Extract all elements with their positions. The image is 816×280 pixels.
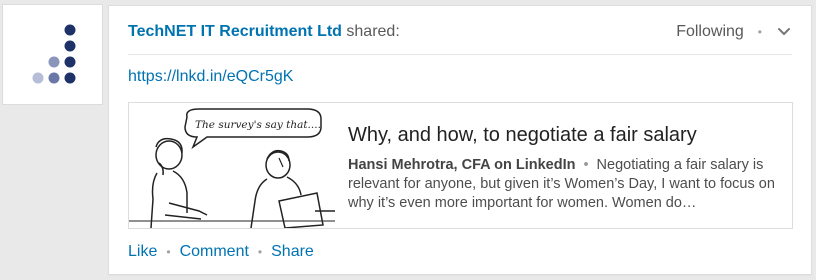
article-thumbnail: The survey's say that.... [129,103,335,228]
article-author: Hansi Mehrotra, CFA on LinkedIn [348,157,576,173]
company-logo[interactable] [3,5,102,104]
feed-post-card: TechNET IT Recruitment Ltd shared: Follo… [109,6,811,274]
shared-url-link[interactable]: https://lnkd.in/eQCr5gK [128,68,293,86]
post-header: TechNET IT Recruitment Ltd shared: Follo… [128,22,792,46]
article-title[interactable]: Why, and how, to negotiate a fair salary [348,122,780,148]
action-separator: • [166,245,171,259]
comment-button[interactable]: Comment [180,243,249,261]
article-preview[interactable]: The survey's say that.... Why, and how, … [128,102,793,229]
company-name-link[interactable]: TechNET IT Recruitment Ltd [128,23,342,40]
shared-label: shared: [346,23,400,40]
action-separator: • [257,245,263,259]
company-logo-icon [32,24,76,84]
follow-controls: Following • [676,22,792,42]
like-button[interactable]: Like [128,243,157,261]
chevron-down-icon[interactable] [776,24,792,40]
separator-dot: • [757,25,762,39]
thumbnail-caption: The survey's say that.... [195,119,321,131]
header-divider [128,54,792,55]
meta-separator: • [583,157,589,173]
share-button[interactable]: Share [271,243,314,261]
following-button[interactable]: Following [676,22,744,42]
post-actions: Like • Comment • Share [128,243,314,261]
article-text: Why, and how, to negotiate a fair salary… [348,117,780,213]
article-meta: Hansi Mehrotra, CFA on LinkedIn • Negotiat… [348,156,780,213]
